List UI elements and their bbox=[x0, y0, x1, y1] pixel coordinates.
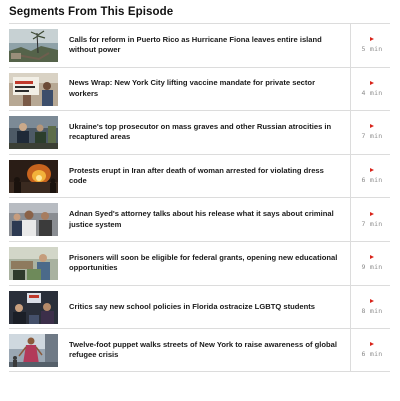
segment-title[interactable]: Adnan Syed's attorney talks about his re… bbox=[69, 198, 343, 241]
play-icon bbox=[370, 124, 374, 129]
segment-row[interactable]: Protests erupt in Iran after death of wo… bbox=[9, 153, 390, 198]
segment-row[interactable]: Adnan Syed's attorney talks about his re… bbox=[9, 197, 390, 241]
row-divider bbox=[350, 285, 351, 329]
segment-duration[interactable]: 9 min bbox=[355, 242, 389, 285]
segment-row[interactable]: Calls for reform in Puerto Rico as Hurri… bbox=[9, 23, 390, 67]
segment-title[interactable]: Twelve-foot puppet walks streets of New … bbox=[69, 329, 343, 371]
play-icon bbox=[370, 168, 374, 173]
segment-title[interactable]: Ukraine's top prosecutor on mass graves … bbox=[69, 111, 343, 154]
segment-row[interactable]: Twelve-foot puppet walks streets of New … bbox=[9, 328, 390, 372]
segment-row[interactable]: Ukraine's top prosecutor on mass graves … bbox=[9, 110, 390, 154]
segments-panel: Segments From This Episode Calls for ref… bbox=[0, 0, 400, 401]
row-divider bbox=[350, 154, 351, 198]
segment-duration[interactable]: 4 min bbox=[355, 68, 389, 111]
giant-puppet-thumbnail[interactable] bbox=[9, 334, 58, 368]
play-icon bbox=[370, 341, 374, 346]
row-divider bbox=[350, 329, 351, 371]
prison-classroom-thumbnail[interactable] bbox=[9, 246, 58, 280]
segment-duration[interactable]: 6 min bbox=[355, 155, 389, 198]
play-icon bbox=[370, 37, 374, 42]
row-divider bbox=[350, 241, 351, 285]
row-divider bbox=[350, 198, 351, 241]
segment-title[interactable]: Prisoners will soon be eligible for fede… bbox=[69, 242, 343, 285]
segment-row[interactable]: Critics say new school policies in Flori… bbox=[9, 284, 390, 329]
segment-row[interactable]: News Wrap: New York City lifting vaccine… bbox=[9, 66, 390, 111]
ukraine-prosecutor-thumbnail[interactable] bbox=[9, 116, 58, 150]
play-icon bbox=[370, 255, 374, 260]
row-divider bbox=[350, 111, 351, 154]
iran-protest-thumbnail[interactable] bbox=[9, 159, 58, 193]
protest-sign-thumbnail[interactable] bbox=[9, 72, 58, 106]
section-heading: Segments From This Episode bbox=[9, 6, 174, 18]
segment-duration[interactable]: 7 min bbox=[355, 111, 389, 154]
segment-duration[interactable]: 5 min bbox=[355, 24, 389, 67]
florida-school-thumbnail[interactable] bbox=[9, 290, 58, 324]
row-divider bbox=[350, 67, 351, 111]
play-icon bbox=[370, 211, 374, 216]
play-icon bbox=[370, 80, 374, 85]
segment-list: Calls for reform in Puerto Rico as Hurri… bbox=[9, 23, 390, 372]
segment-row[interactable]: Prisoners will soon be eligible for fede… bbox=[9, 240, 390, 285]
segment-duration[interactable]: 6 min bbox=[355, 329, 389, 371]
segment-title[interactable]: Critics say new school policies in Flori… bbox=[69, 286, 343, 329]
segment-duration[interactable]: 8 min bbox=[355, 286, 389, 329]
play-icon bbox=[370, 298, 374, 303]
segment-duration[interactable]: 7 min bbox=[355, 198, 389, 241]
segment-title[interactable]: News Wrap: New York City lifting vaccine… bbox=[69, 68, 343, 111]
segment-title[interactable]: Calls for reform in Puerto Rico as Hurri… bbox=[69, 24, 343, 67]
row-divider bbox=[350, 24, 351, 67]
hurricane-damage-thumbnail[interactable] bbox=[9, 29, 58, 62]
adnan-syed-thumbnail[interactable] bbox=[9, 203, 58, 237]
segment-title[interactable]: Protests erupt in Iran after death of wo… bbox=[69, 155, 343, 198]
